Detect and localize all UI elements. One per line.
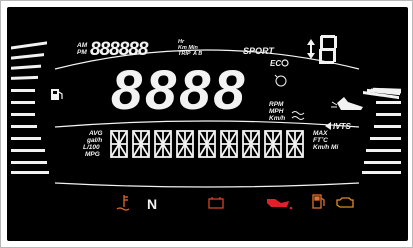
fuel-warning-icon (312, 194, 325, 209)
water-temperature-icon (116, 195, 130, 211)
lcd-panel: AM PM 888888 Hr Km Min TRIP A B SPORT EC (7, 7, 408, 241)
warning-indicators: N (116, 194, 354, 212)
check-engine-icon (336, 197, 354, 208)
battery-icon (208, 197, 224, 209)
neutral-indicator: N (147, 196, 157, 212)
cluster-frame: AM PM 888888 Hr Km Min TRIP A B SPORT EC (0, 0, 413, 248)
oil-pressure-icon (267, 199, 293, 210)
